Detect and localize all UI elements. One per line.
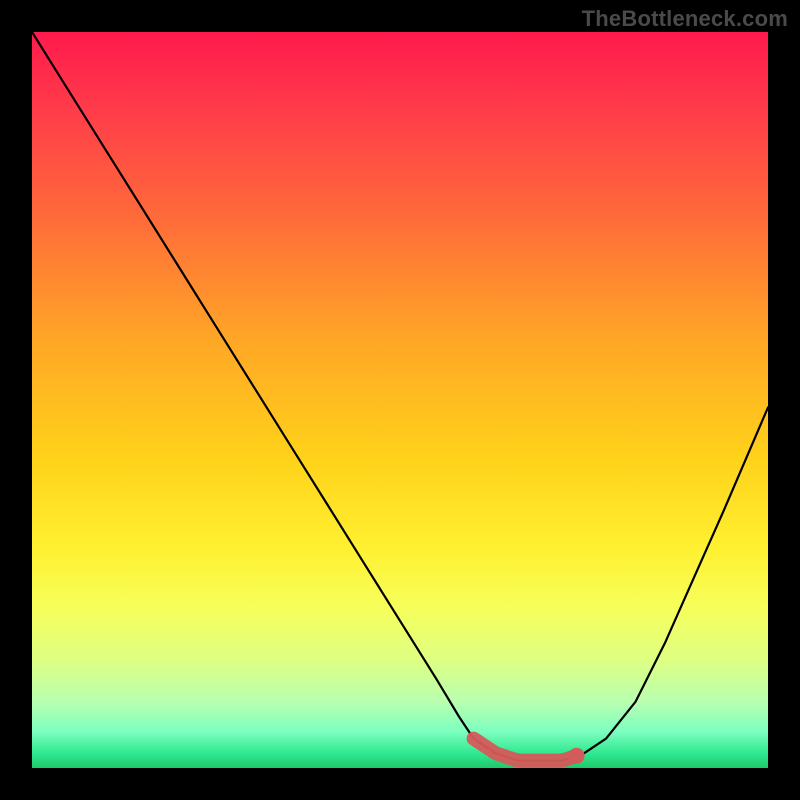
curve-layer [32,32,768,768]
optimal-marker-dot [569,748,585,764]
optimal-range-highlight [474,739,577,761]
bottleneck-curve [32,32,768,761]
watermark-text: TheBottleneck.com [582,6,788,32]
plot-area [32,32,768,768]
chart-frame: TheBottleneck.com [0,0,800,800]
